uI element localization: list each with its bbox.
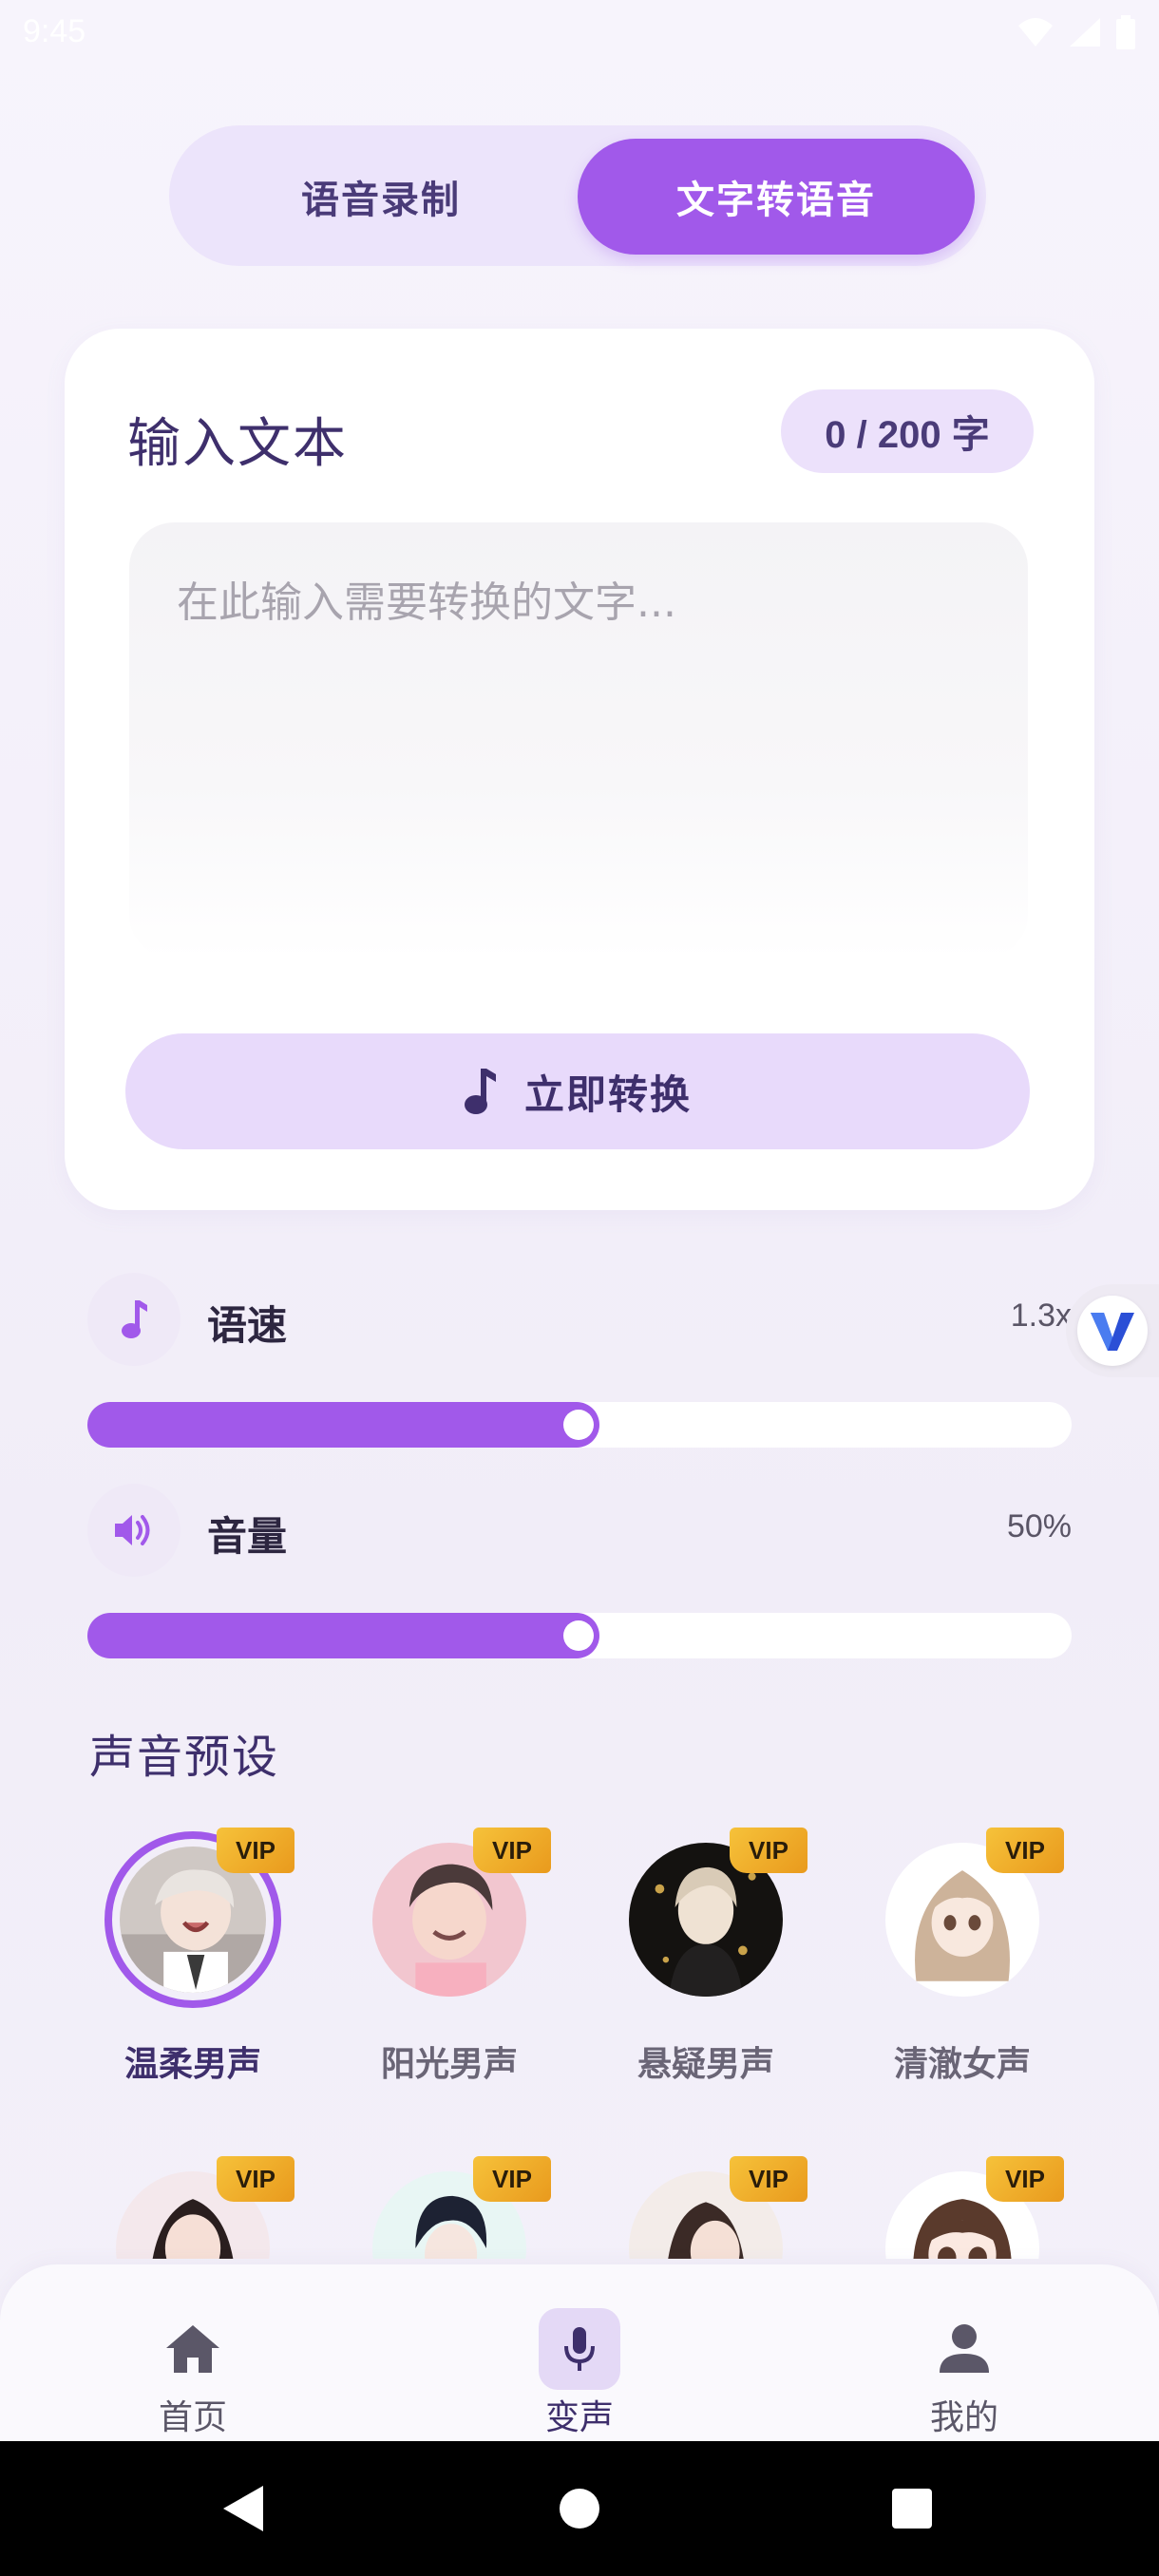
preset-name: 清澈女声 — [893, 2045, 1031, 2084]
volume-icon-circle — [87, 1484, 180, 1577]
signal-icon — [1070, 18, 1100, 47]
volume-value: 50% — [1006, 1508, 1072, 1544]
vip-badge: VIP — [986, 1828, 1064, 1873]
speaker-icon — [115, 1515, 150, 1545]
vip-badge: VIP — [217, 2156, 294, 2202]
preset-item[interactable]: VIP 温柔男声 — [65, 1812, 321, 2088]
speed-icon-circle — [87, 1273, 180, 1366]
voice-presets-grid: VIP 温柔男声 VIP 阳光男声 VIP 悬疑男声 VIP 清澈女声 VIP … — [65, 1812, 1094, 2259]
nav-icon-box — [152, 2308, 234, 2390]
back-triangle-icon — [223, 2486, 263, 2531]
status-icons — [1016, 15, 1136, 49]
tab-voice-record[interactable]: 语音录制 — [182, 139, 580, 255]
preset-item[interactable]: VIP — [834, 2141, 1091, 2259]
preset-item[interactable]: VIP 清澈女声 — [834, 1812, 1091, 2088]
presets-title: 声音预设 — [89, 1731, 280, 1784]
preset-item[interactable]: VIP 阳光男声 — [321, 1812, 578, 2088]
preset-item[interactable]: VIP 悬疑男声 — [578, 1812, 834, 2088]
speed-slider-row: 语速 1.3x — [87, 1273, 1072, 1453]
music-note-icon — [122, 1300, 147, 1338]
speed-value: 1.3x — [1010, 1297, 1072, 1334]
user-icon — [940, 2324, 989, 2373]
preset-name: 温柔男声 — [124, 2045, 261, 2084]
back-button[interactable] — [167, 2441, 319, 2576]
nav-label: 变声 — [544, 2398, 614, 2437]
preset-name: 悬疑男声 — [636, 2045, 774, 2084]
volume-slider-thumb[interactable] — [562, 1620, 594, 1651]
speed-slider-thumb[interactable] — [562, 1410, 594, 1440]
floating-assistant-button[interactable] — [1066, 1284, 1159, 1377]
speed-label: 语速 — [207, 1302, 288, 1349]
wifi-icon — [1018, 18, 1053, 47]
volume-slider-row: 音量 50% — [87, 1484, 1072, 1664]
preset-name: 阳光男声 — [380, 2045, 518, 2084]
nav-item-profile[interactable]: 我的 — [869, 2287, 1059, 2437]
nav-icon-box — [923, 2308, 1005, 2390]
volume-slider[interactable] — [87, 1613, 1072, 1658]
vip-badge: VIP — [730, 2156, 808, 2202]
vip-badge: VIP — [473, 2156, 551, 2202]
v-logo-icon — [1091, 1313, 1134, 1351]
preset-item[interactable]: VIP — [321, 2141, 578, 2259]
char-count-badge: 0 / 200 字 — [781, 389, 1034, 473]
speed-slider[interactable] — [87, 1402, 1072, 1448]
convert-button[interactable]: 立即转换 — [125, 1033, 1030, 1149]
vip-badge: VIP — [217, 1828, 294, 1873]
preset-item[interactable]: VIP — [65, 2141, 321, 2259]
volume-label: 音量 — [207, 1513, 288, 1560]
nav-icon-box — [539, 2308, 620, 2390]
mode-switch: 语音录制 文字转语音 — [169, 125, 986, 266]
status-bar: 9:45 — [0, 0, 1159, 68]
text-input-card: 输入文本 0 / 200 字 立即转换 — [65, 329, 1094, 1210]
recents-button[interactable] — [836, 2441, 988, 2576]
nav-item-voice-change[interactable]: 变声 — [484, 2287, 674, 2437]
vip-badge: VIP — [986, 2156, 1064, 2202]
music-note-icon — [464, 1069, 496, 1114]
home-icon — [166, 2325, 219, 2373]
system-nav-bar — [0, 2441, 1159, 2576]
tab-text-to-speech[interactable]: 文字转语音 — [578, 139, 975, 255]
text-input[interactable] — [129, 522, 1028, 959]
volume-slider-fill — [87, 1613, 599, 1658]
vip-badge: VIP — [730, 1828, 808, 1873]
bottom-nav: 首页 变声 我的 — [0, 2264, 1159, 2441]
recents-square-icon — [892, 2489, 932, 2529]
nav-label: 我的 — [929, 2398, 998, 2437]
convert-button-label: 立即转换 — [523, 1070, 692, 1118]
card-title: 输入文本 — [127, 413, 348, 475]
preset-item[interactable]: VIP — [578, 2141, 834, 2259]
vip-badge: VIP — [473, 1828, 551, 1873]
battery-icon — [1116, 15, 1135, 49]
home-button[interactable] — [504, 2441, 656, 2576]
microphone-icon — [564, 2327, 595, 2371]
speed-slider-fill — [87, 1402, 599, 1448]
home-circle-icon — [560, 2489, 599, 2529]
nav-item-home[interactable]: 首页 — [98, 2287, 288, 2437]
status-time: 9:45 — [23, 13, 86, 49]
nav-label: 首页 — [158, 2398, 227, 2437]
